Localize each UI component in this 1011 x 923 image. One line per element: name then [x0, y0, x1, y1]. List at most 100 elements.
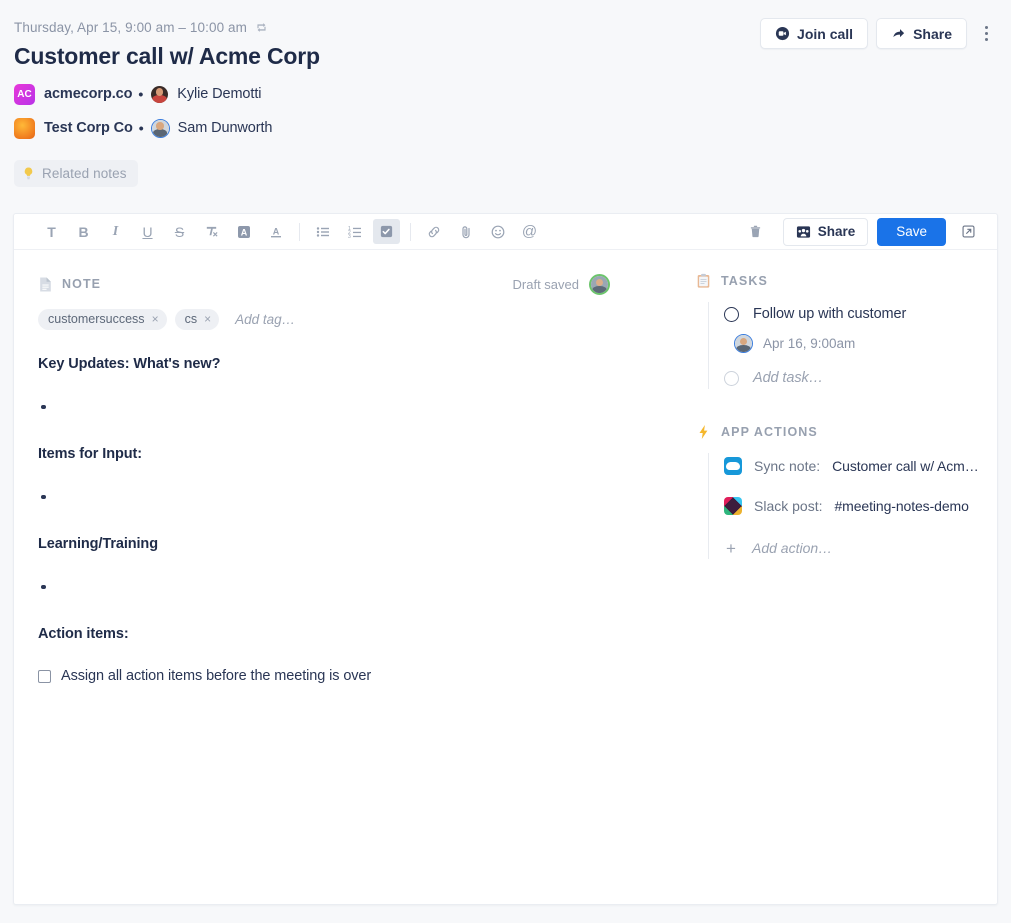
note-bullet-1[interactable]: [38, 488, 666, 506]
plus-icon: +: [726, 538, 736, 558]
org-name-0[interactable]: acmecorp.co: [44, 86, 132, 102]
numbered-list-button[interactable]: 123: [341, 219, 368, 244]
toolbar-share-label: Share: [817, 224, 856, 239]
external-link-icon: [962, 225, 975, 238]
sidebar-pane: TASKS Follow up with customer Apr 16, 9:…: [686, 250, 997, 904]
org-name-1[interactable]: Test Corp Co: [44, 120, 133, 136]
note-editor-card: T B I U S A A 123 @ Share Save NOTE Draf…: [13, 213, 998, 905]
avatar-note-owner[interactable]: [589, 274, 610, 295]
remove-tag-icon[interactable]: ×: [204, 313, 211, 325]
draft-status-group: Draft saved: [513, 274, 610, 295]
toolbar-divider-1: [299, 222, 300, 241]
attendee-name-0[interactable]: Kylie Demotti: [177, 86, 261, 102]
task-item[interactable]: Follow up with customer: [724, 302, 983, 326]
join-call-label: Join call: [797, 25, 854, 42]
tag-list: customersuccess × cs × Add tag…: [38, 308, 666, 330]
app-action-label: Sync note:: [754, 458, 821, 474]
meeting-datetime: Thursday, Apr 15, 9:00 am – 10:00 am: [14, 19, 247, 35]
attachment-button[interactable]: [452, 219, 479, 244]
add-task-row[interactable]: Add task…: [724, 367, 983, 389]
salesforce-icon: [724, 457, 742, 475]
add-action-row[interactable]: + Add action…: [724, 537, 983, 559]
task-meta: Apr 16, 9:00am: [734, 334, 983, 353]
app-action-slack-post[interactable]: Slack post: #meeting-notes-demo: [724, 493, 983, 519]
add-task-placeholder: Add task…: [753, 370, 824, 386]
more-options-button[interactable]: [975, 21, 997, 47]
avatar-kylie: [150, 85, 169, 104]
toolbar-share-button[interactable]: Share: [782, 217, 869, 246]
note-content[interactable]: Key Updates: What's new? Items for Input…: [38, 356, 666, 684]
app-actions-section: APP ACTIONS Sync note: Customer call w/ …: [696, 423, 983, 559]
people-icon: [796, 225, 810, 238]
attendee-row-0: AC acmecorp.co • Kylie Demotti: [14, 82, 997, 106]
text-style-button[interactable]: T: [38, 219, 65, 244]
share-arrow-icon: [893, 29, 905, 38]
save-button[interactable]: Save: [877, 217, 946, 246]
document-icon: [40, 276, 51, 292]
add-task-checkbox-icon: [724, 370, 739, 386]
add-tag-input[interactable]: Add tag…: [235, 312, 295, 327]
share-button[interactable]: Share: [876, 18, 967, 49]
draft-status: Draft saved: [512, 277, 579, 292]
app-action-sync-note[interactable]: Sync note: Customer call w/ Acme …: [724, 453, 983, 479]
acmecorp-logo-icon: AC: [14, 83, 35, 105]
highlight-color-button[interactable]: A: [230, 219, 257, 244]
tasks-list: Follow up with customer Apr 16, 9:00am A…: [708, 302, 983, 389]
lightbulb-icon: [24, 167, 33, 180]
note-bullet-2[interactable]: [38, 578, 666, 596]
toolbar-divider-2: [410, 222, 411, 241]
tag-label: cs: [184, 312, 198, 326]
app-action-value: #meeting-notes-demo: [834, 498, 969, 514]
note-heading-key-updates: Key Updates: What's new?: [38, 356, 221, 372]
tasks-section-label: TASKS: [721, 274, 768, 288]
formatting-toolbar: T B I U S A A 123 @ Share Save: [14, 214, 997, 250]
clipboard-icon: [697, 273, 710, 288]
tag-label: customersuccess: [48, 312, 145, 326]
attendee-name-1[interactable]: Sam Dunworth: [178, 120, 273, 136]
task-due-date[interactable]: Apr 16, 9:00am: [763, 336, 855, 351]
app-actions-section-label: APP ACTIONS: [721, 425, 818, 439]
task-checkbox[interactable]: [724, 306, 739, 322]
note-checkbox[interactable]: [38, 669, 51, 683]
app-action-value: Customer call w/ Acme …: [832, 458, 983, 474]
separator-1: •: [138, 120, 144, 136]
related-notes-label: Related notes: [42, 166, 127, 181]
avatar-task-assignee[interactable]: [734, 334, 753, 353]
italic-button[interactable]: I: [102, 219, 129, 244]
bulleted-list-button[interactable]: [309, 219, 336, 244]
testcorp-logo-icon: [14, 117, 35, 139]
link-button[interactable]: [420, 219, 447, 244]
trash-icon: [750, 225, 760, 238]
svg-text:3: 3: [348, 234, 351, 240]
note-heading-action-items: Action items:: [38, 626, 129, 642]
note-section-label: NOTE: [62, 277, 102, 291]
mention-button[interactable]: @: [516, 219, 543, 244]
clear-formatting-button[interactable]: [198, 219, 225, 244]
text-color-button[interactable]: A: [262, 219, 289, 244]
bold-button[interactable]: B: [70, 219, 97, 244]
join-call-button[interactable]: Join call: [760, 18, 869, 49]
checklist-button[interactable]: [373, 219, 400, 244]
tag-customersuccess[interactable]: customersuccess ×: [38, 308, 167, 330]
note-heading-learning-training: Learning/Training: [38, 536, 158, 552]
popout-button[interactable]: [955, 219, 982, 244]
remove-tag-icon[interactable]: ×: [152, 313, 159, 325]
share-label: Share: [913, 25, 952, 42]
emoji-button[interactable]: [484, 219, 511, 244]
delete-note-button[interactable]: [742, 219, 769, 244]
note-pane: NOTE Draft saved customersuccess × cs × …: [14, 250, 686, 904]
note-bullet-0[interactable]: [38, 398, 666, 416]
note-checkbox-item[interactable]: Assign all action items before the meeti…: [38, 668, 666, 684]
strikethrough-button[interactable]: S: [166, 219, 193, 244]
svg-text:A: A: [240, 227, 247, 237]
related-notes-button[interactable]: Related notes: [14, 160, 138, 187]
header-actions: Join call Share: [760, 18, 997, 49]
app-action-label: Slack post:: [754, 498, 823, 514]
underline-button[interactable]: U: [134, 219, 161, 244]
note-checkbox-label: Assign all action items before the meeti…: [61, 668, 372, 684]
task-title: Follow up with customer: [753, 306, 907, 322]
lightning-icon: [699, 425, 708, 439]
tag-cs[interactable]: cs ×: [174, 308, 220, 330]
app-actions-list: Sync note: Customer call w/ Acme … Slack…: [708, 453, 983, 559]
recurring-icon: [257, 22, 266, 32]
